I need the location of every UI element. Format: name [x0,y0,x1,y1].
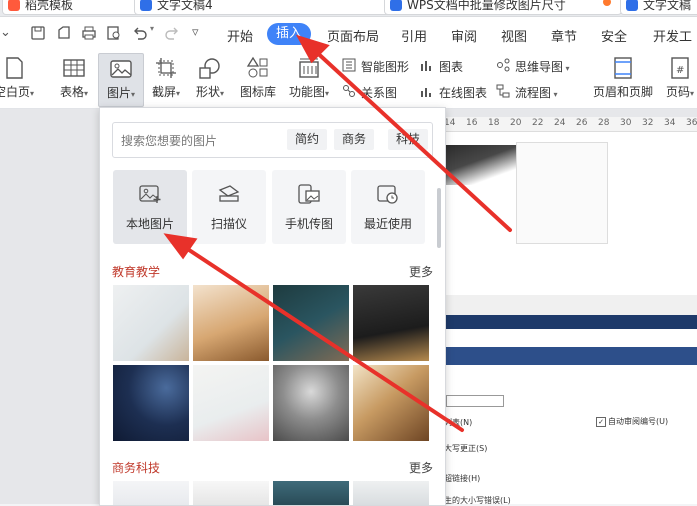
annotation-arrows [163,34,512,432]
annotation-arrow [178,242,464,432]
annotation-arrow [310,46,512,232]
